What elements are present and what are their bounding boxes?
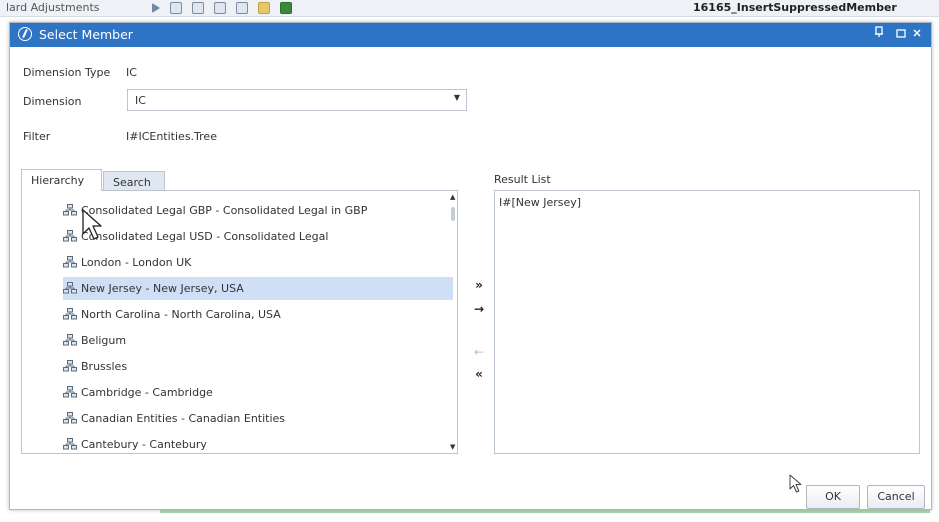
tree-item[interactable]: Consolidated Legal USD - Consolidated Le… — [63, 225, 453, 248]
tree-item-label: North Carolina - North Carolina, USA — [81, 308, 281, 321]
folder-icon[interactable] — [258, 2, 270, 14]
ok-button[interactable]: OK — [806, 485, 860, 509]
run-icon[interactable] — [152, 3, 160, 13]
tree-item-label: Brussles — [81, 360, 128, 373]
tree-item-label: Canadian Entities - Canadian Entities — [81, 412, 286, 425]
tree-item-label: Beligum — [81, 334, 127, 347]
tree-item-label: Consolidated Legal USD - Consolidated Le… — [81, 230, 329, 243]
refresh-icon[interactable] — [214, 2, 226, 14]
filter-value: I#ICEntities.Tree — [126, 130, 217, 143]
result-list-label: Result List — [494, 173, 551, 186]
maximize-icon[interactable] — [893, 26, 909, 42]
tree-scrollbar[interactable]: ▲ ▼ — [448, 193, 457, 451]
tree-item-selected[interactable]: New Jersey - New Jersey, USA — [63, 277, 453, 300]
tree-item[interactable]: Consolidated Legal GBP - Consolidated Le… — [63, 199, 453, 222]
result-list-item[interactable]: I#[New Jersey] — [499, 196, 581, 209]
save-icon[interactable] — [170, 2, 182, 14]
chevron-down-icon[interactable]: ▼ — [454, 93, 460, 102]
dimension-select-value: IC — [135, 94, 146, 107]
app-logo-icon — [18, 27, 32, 41]
hierarchy-node-icon — [63, 331, 77, 346]
dialog-titlebar[interactable]: Select Member — [10, 23, 931, 47]
tree-item[interactable]: Beligum — [63, 329, 453, 352]
background-progress-line — [160, 510, 930, 513]
hierarchy-node-icon — [63, 279, 77, 294]
dialog-title: Select Member — [39, 27, 133, 42]
scroll-thumb[interactable] — [451, 207, 455, 221]
hierarchy-node-icon — [63, 383, 77, 398]
result-list[interactable]: I#[New Jersey] — [494, 190, 920, 454]
select-member-dialog: Select Member Dimension Type IC Dimensio… — [9, 22, 932, 510]
filter-label: Filter — [23, 130, 51, 143]
tab-search[interactable]: Search — [103, 171, 165, 191]
hierarchy-node-icon — [63, 409, 77, 424]
tree-item[interactable]: Brussles — [63, 355, 453, 378]
tree-item[interactable]: Cambridge - Cambridge — [63, 381, 453, 404]
hierarchy-node-icon — [63, 305, 77, 320]
tree-item[interactable]: Canadian Entities - Canadian Entities — [63, 407, 453, 430]
tree-item-label: New Jersey - New Jersey, USA — [81, 282, 244, 295]
remove-button[interactable]: ← — [472, 345, 486, 359]
dimension-label: Dimension — [23, 95, 82, 108]
scroll-up-icon[interactable]: ▲ — [450, 193, 455, 201]
tree-item[interactable]: Cantebury - Cantebury — [63, 433, 453, 453]
background-toolbar — [152, 2, 292, 14]
dimension-type-value: IC — [126, 66, 137, 79]
dimension-type-label: Dimension Type — [23, 66, 111, 79]
pin-icon[interactable] — [871, 26, 887, 42]
close-icon[interactable] — [909, 26, 925, 42]
add-all-button[interactable]: » — [472, 278, 486, 292]
hierarchy-node-icon — [63, 253, 77, 268]
cancel-button[interactable]: Cancel — [867, 485, 925, 509]
dimension-select[interactable]: IC ▼ — [127, 89, 467, 111]
excel-icon[interactable] — [280, 2, 292, 14]
hierarchy-node-icon — [63, 357, 77, 372]
add-button[interactable]: → — [472, 302, 486, 316]
tree-item[interactable]: London - London UK — [63, 251, 453, 274]
tree-item-label: Cantebury - Cantebury — [81, 438, 207, 451]
background-app-header: lard Adjustments 16165_InsertSuppressedM… — [0, 0, 939, 17]
tree-item-label: Consolidated Legal GBP - Consolidated Le… — [81, 204, 368, 217]
disk-icon[interactable] — [236, 2, 248, 14]
remove-all-button[interactable]: « — [472, 367, 486, 381]
background-breadcrumb: lard Adjustments — [6, 1, 100, 14]
tree-item-label: Cambridge - Cambridge — [81, 386, 213, 399]
hierarchy-node-icon — [63, 201, 77, 216]
tree-item[interactable]: North Carolina - North Carolina, USA — [63, 303, 453, 326]
stop-icon[interactable] — [192, 2, 204, 14]
tab-hierarchy[interactable]: Hierarchy — [21, 169, 102, 191]
tree-item-label: London - London UK — [81, 256, 192, 269]
member-tree[interactable]: Consolidated Legal GBP - Consolidated Le… — [21, 190, 458, 454]
background-doc-title: 16165_InsertSuppressedMember — [693, 1, 897, 14]
hierarchy-node-icon — [63, 435, 77, 450]
hierarchy-node-icon — [63, 227, 77, 242]
scroll-down-icon[interactable]: ▼ — [450, 443, 455, 451]
